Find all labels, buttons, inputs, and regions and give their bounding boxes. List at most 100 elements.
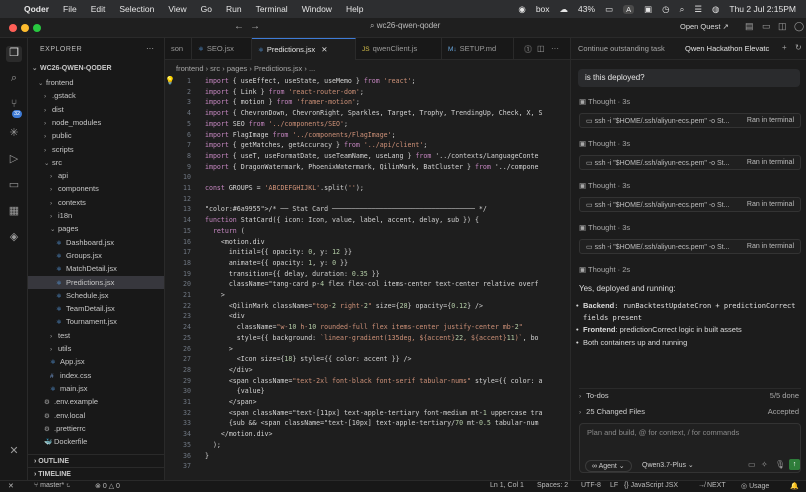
workspace-root[interactable]: ⌄ WC26-QWEN-QODER bbox=[28, 62, 164, 75]
thought-toggle[interactable]: ▣ Thought · 3s bbox=[579, 223, 630, 232]
terminal-command-row[interactable]: ▭ ssh -i "$HOME/.ssh/aliyun-ecs.pem" -o … bbox=[579, 155, 801, 170]
menu-app-name[interactable]: Qoder bbox=[24, 4, 49, 14]
chat-input[interactable]: Plan and build, @ for context, / for com… bbox=[579, 423, 801, 473]
eol[interactable]: LF bbox=[610, 482, 618, 489]
battery-percent[interactable]: 43% bbox=[578, 4, 595, 14]
folder-item[interactable]: › components bbox=[28, 182, 164, 195]
back-arrow-icon[interactable]: ← bbox=[234, 21, 244, 32]
folder-item[interactable]: › i18n bbox=[28, 209, 164, 222]
tab-seo[interactable]: ⚛ SEO.jsx bbox=[192, 38, 252, 60]
image-attach-icon[interactable]: ▭ bbox=[748, 460, 756, 469]
terminal-command-row[interactable]: ▭ ssh -i "$HOME/.ssh/aliyun-ecs.pem" -o … bbox=[579, 113, 801, 128]
file-item[interactable]: 🐳 Dockerfile bbox=[28, 435, 164, 448]
tab-qwenclient[interactable]: JS qwenClient.js bbox=[356, 38, 442, 60]
file-item[interactable]: ⚛ Tournament.jsx bbox=[28, 315, 164, 328]
toggle-panel-icon[interactable]: ▭ bbox=[762, 21, 771, 32]
folder-item[interactable]: › test bbox=[28, 329, 164, 342]
menu-help[interactable]: Help bbox=[346, 4, 363, 14]
context-icon[interactable]: ✧ bbox=[761, 460, 768, 469]
open-quest-button[interactable]: Open Quest ↗ bbox=[680, 22, 729, 31]
menu-window[interactable]: Window bbox=[302, 4, 332, 14]
thought-toggle[interactable]: ▣ Thought · 2s bbox=[579, 265, 630, 274]
thought-toggle[interactable]: ▣ Thought · 3s bbox=[579, 97, 630, 106]
folder-item[interactable]: › .gstack bbox=[28, 89, 164, 102]
search-icon[interactable]: ⌕ bbox=[680, 4, 685, 15]
send-button[interactable]: ↑ bbox=[789, 459, 800, 470]
tab-setup[interactable]: M↓ SETUP.md bbox=[442, 38, 514, 60]
problems-indicator[interactable]: ⊗ 0 △ 0 bbox=[95, 482, 120, 490]
history-icon[interactable]: ↻ bbox=[795, 43, 802, 52]
more-actions-icon[interactable]: ··· bbox=[551, 44, 559, 53]
menu-run[interactable]: Run bbox=[226, 4, 242, 14]
screen-mirroring-icon[interactable]: ▣ bbox=[644, 4, 652, 15]
model-select[interactable]: Qwen3.7-Plus ⌄ bbox=[642, 461, 694, 469]
compare-icon[interactable]: ⓵ bbox=[524, 44, 532, 55]
menu-file[interactable]: File bbox=[63, 4, 77, 14]
file-item[interactable]: ⚙ .prettierrc bbox=[28, 422, 164, 435]
battery-icon[interactable]: ▭ bbox=[605, 4, 613, 15]
copilot-icon[interactable]: ◉ bbox=[518, 4, 525, 15]
notifications-icon[interactable]: 🔔 bbox=[790, 482, 799, 490]
branch-indicator[interactable]: ⑂ master* ↻ bbox=[34, 482, 70, 489]
box-icon[interactable]: box bbox=[536, 4, 550, 14]
thought-toggle[interactable]: ▣ Thought · 3s bbox=[579, 181, 630, 190]
usage-indicator[interactable]: ◎ Usage bbox=[741, 482, 769, 490]
file-item[interactable]: ⚛ Schedule.jsx bbox=[28, 289, 164, 302]
menubar-clock[interactable]: Thu 2 Jul 2:15PM bbox=[729, 4, 796, 14]
toggle-sidebar-icon[interactable]: ▤ bbox=[745, 21, 754, 32]
folder-item[interactable]: › node_modules bbox=[28, 116, 164, 129]
terminal-command-row[interactable]: ▭ ssh -i "$HOME/.ssh/aliyun-ecs.pem" -o … bbox=[579, 239, 801, 254]
file-item[interactable]: ⚛ Dashboard.jsx bbox=[28, 236, 164, 249]
folder-item[interactable]: ⌄ frontend bbox=[28, 76, 164, 89]
accounts-icon[interactable]: ✕ bbox=[6, 444, 22, 460]
remote-indicator-icon[interactable]: ✕ bbox=[8, 482, 14, 490]
file-item[interactable]: ⚛ TeamDetail.jsx bbox=[28, 302, 164, 315]
cloud-icon[interactable]: ☁ bbox=[560, 4, 569, 15]
outline-section[interactable]: › OUTLINE bbox=[28, 454, 164, 467]
account-icon[interactable]: ◯ bbox=[794, 21, 804, 32]
changed-files-row[interactable]: › 25 Changed Files Accepted bbox=[579, 407, 801, 422]
layers-icon[interactable]: ◈ bbox=[6, 230, 22, 246]
language-mode[interactable]: {} JavaScript JSX bbox=[624, 482, 678, 489]
explorer-icon[interactable]: ❐ bbox=[6, 46, 22, 62]
folder-item[interactable]: › utils bbox=[28, 342, 164, 355]
file-item[interactable]: ⚛ App.jsx bbox=[28, 355, 164, 368]
timeline-section[interactable]: › TIMELINE bbox=[28, 467, 164, 480]
run-debug-icon[interactable]: ▷ bbox=[6, 152, 22, 168]
command-center-search[interactable]: ⌕ wc26-qwen-qoder bbox=[370, 21, 440, 31]
forward-arrow-icon[interactable]: → bbox=[250, 21, 260, 32]
todos-row[interactable]: › To-dos 5/5 done bbox=[579, 391, 801, 406]
zoom-window-button[interactable] bbox=[33, 24, 41, 32]
input-source[interactable]: A bbox=[623, 4, 635, 14]
file-item[interactable]: ⚙ .env.local bbox=[28, 409, 164, 422]
toggle-secondary-sidebar-icon[interactable]: ◫ bbox=[778, 21, 787, 32]
file-item[interactable]: # index.css bbox=[28, 369, 164, 382]
tab-predictions[interactable]: ⚛ Predictions.jsx ✕ bbox=[252, 38, 356, 60]
menu-edit[interactable]: Edit bbox=[91, 4, 106, 14]
tab-qwen-hackathon[interactable]: Qwen Hackathon Elevatc bbox=[685, 44, 769, 53]
new-chat-icon[interactable]: + bbox=[782, 43, 787, 52]
indentation[interactable]: Spaces: 2 bbox=[537, 482, 568, 489]
close-window-button[interactable] bbox=[9, 24, 17, 32]
code-editor[interactable]: 💡 1 import { useEffect, useState, useMemo… bbox=[165, 74, 570, 480]
siri-icon[interactable]: ◍ bbox=[712, 4, 719, 15]
ai-agent-icon[interactable]: ✳ bbox=[6, 126, 22, 142]
menu-terminal[interactable]: Terminal bbox=[256, 4, 288, 14]
remote-explorer-icon[interactable]: ▭ bbox=[6, 178, 22, 194]
folder-item[interactable]: ⌄ src bbox=[28, 156, 164, 169]
file-item[interactable]: ⚛ Predictions.jsx bbox=[28, 275, 164, 289]
search-icon[interactable]: ⌕ bbox=[6, 72, 22, 88]
close-tab-icon[interactable]: ✕ bbox=[321, 45, 327, 54]
file-item[interactable]: ⚛ MatchDetail.jsx bbox=[28, 262, 164, 275]
breadcrumb[interactable]: frontend › src › pages › Predictions.jsx… bbox=[176, 64, 315, 73]
terminal-command-row[interactable]: ▭ ssh -i "$HOME/.ssh/aliyun-ecs.pem" -o … bbox=[579, 197, 801, 212]
extensions-icon[interactable]: ▦ bbox=[6, 204, 22, 220]
next-indicator[interactable]: ↛ NEXT bbox=[698, 482, 726, 489]
encoding[interactable]: UTF-8 bbox=[581, 482, 601, 489]
tab-continue-task[interactable]: Continue outstanding task bbox=[578, 44, 665, 53]
thought-toggle[interactable]: ▣ Thought · 3s bbox=[579, 139, 630, 148]
file-item[interactable]: ⚙ .env.example bbox=[28, 395, 164, 408]
folder-item[interactable]: › dist bbox=[28, 103, 164, 116]
split-editor-icon[interactable]: ◫ bbox=[537, 44, 545, 53]
file-item[interactable]: ⚛ Groups.jsx bbox=[28, 249, 164, 262]
